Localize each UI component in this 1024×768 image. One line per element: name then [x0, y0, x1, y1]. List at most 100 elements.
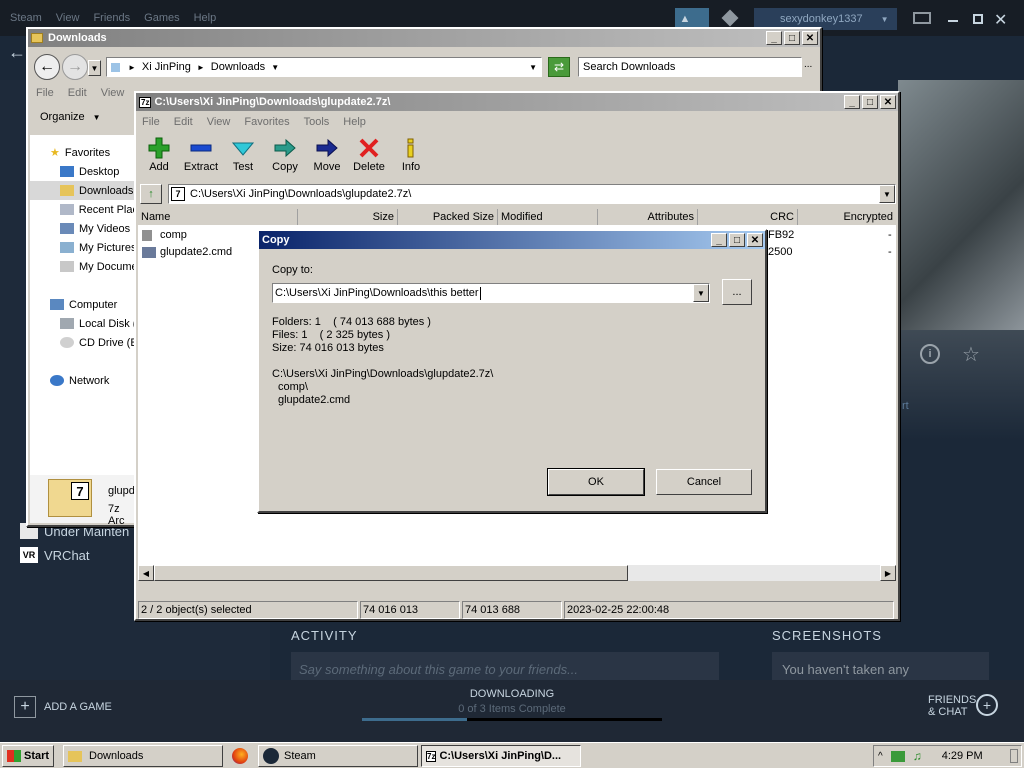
- horizontal-scrollbar[interactable]: ◀ ▶: [138, 565, 896, 581]
- col-packed-size[interactable]: Packed Size: [398, 209, 498, 225]
- col-size[interactable]: Size: [298, 209, 398, 225]
- tray-expand-icon[interactable]: ^: [878, 751, 883, 762]
- nav-favorites[interactable]: ★ Favorites: [30, 143, 138, 162]
- add-button[interactable]: Add: [138, 137, 180, 173]
- activity-input[interactable]: Say something about this game to your fr…: [291, 652, 719, 680]
- chevron-down-icon[interactable]: ▼: [879, 185, 895, 203]
- nav-pictures[interactable]: My Pictures: [30, 238, 138, 257]
- nav-videos[interactable]: My Videos: [30, 219, 138, 238]
- chevron-down-icon[interactable]: ▼: [529, 63, 537, 72]
- explorer-menu-view[interactable]: View: [101, 87, 125, 99]
- close-icon[interactable]: ✕: [994, 10, 1007, 30]
- explorer-menu-edit[interactable]: Edit: [68, 87, 87, 99]
- organize-button[interactable]: Organize ▼: [40, 111, 101, 123]
- taskbar-downloads[interactable]: Downloads: [63, 745, 223, 767]
- steam-menu-steam[interactable]: Steam: [10, 12, 42, 24]
- explorer-close-button[interactable]: ✕: [802, 31, 818, 45]
- refresh-icon[interactable]: ⇄: [548, 57, 570, 77]
- nav-computer[interactable]: Computer: [30, 295, 138, 314]
- network-tray-icon[interactable]: [890, 750, 905, 762]
- search-input[interactable]: Search Downloads: [578, 57, 802, 77]
- sevenzip-close-button[interactable]: ✕: [880, 95, 896, 109]
- sevenzip-menu-help[interactable]: Help: [343, 116, 366, 128]
- test-button[interactable]: Test: [222, 137, 264, 173]
- col-crc[interactable]: CRC: [698, 209, 798, 225]
- cancel-button[interactable]: Cancel: [656, 469, 752, 495]
- back-arrow-icon[interactable]: ←: [34, 54, 60, 80]
- add-game-button[interactable]: + ADD A GAME: [14, 696, 112, 718]
- minimize-icon[interactable]: [948, 20, 958, 22]
- steam-menu-help[interactable]: Help: [194, 12, 217, 24]
- explorer-menu-file[interactable]: File: [36, 87, 54, 99]
- breadcrumb-downloads[interactable]: Downloads: [211, 61, 265, 73]
- volume-icon[interactable]: ♫: [913, 749, 922, 763]
- move-button[interactable]: Move: [306, 137, 348, 173]
- sevenzip-path-input[interactable]: 7 C:\Users\Xi JinPing\Downloads\glupdate…: [168, 184, 896, 204]
- delete-button[interactable]: Delete: [348, 137, 390, 173]
- search-icon[interactable]: ...: [804, 59, 812, 70]
- info-button[interactable]: Info: [390, 137, 432, 173]
- sevenzip-menu-file[interactable]: File: [142, 116, 160, 128]
- show-desktop-icon[interactable]: [1010, 749, 1018, 763]
- scroll-left-button[interactable]: ◀: [138, 565, 154, 581]
- firefox-icon[interactable]: [232, 748, 248, 764]
- scroll-right-button[interactable]: ▶: [880, 565, 896, 581]
- col-attributes[interactable]: Attributes: [598, 209, 698, 225]
- taskbar-steam[interactable]: Steam: [258, 745, 418, 767]
- copy-close-button[interactable]: ✕: [747, 233, 763, 247]
- favorite-star-icon[interactable]: ☆: [962, 342, 980, 367]
- taskbar-label: Downloads: [89, 750, 144, 762]
- breadcrumb[interactable]: ► Xi JinPing ► Downloads ▼ ▼: [106, 57, 542, 77]
- steam-menu-friends[interactable]: Friends: [93, 12, 130, 24]
- nav-cd-drive[interactable]: CD Drive (E: [30, 333, 138, 352]
- screen-mode-icon[interactable]: [913, 12, 931, 24]
- nav-desktop[interactable]: Desktop: [30, 162, 138, 181]
- nav-downloads[interactable]: Downloads: [30, 181, 138, 200]
- sevenzip-menu-view[interactable]: View: [207, 116, 231, 128]
- col-name[interactable]: Name: [138, 209, 298, 225]
- maximize-icon[interactable]: [973, 14, 983, 24]
- nav-documents[interactable]: My Docume: [30, 257, 138, 276]
- breadcrumb-user[interactable]: Xi JinPing: [142, 61, 191, 73]
- friends-chat-button[interactable]: FRIENDS & CHAT +: [928, 694, 1018, 724]
- downloading-widget[interactable]: DOWNLOADING 0 of 3 Items Complete: [362, 688, 662, 728]
- copy-button[interactable]: Copy: [264, 137, 306, 173]
- sevenzip-titlebar[interactable]: 7z C:\Users\Xi JinPing\Downloads\glupdat…: [136, 93, 898, 111]
- start-button[interactable]: Start: [2, 745, 54, 767]
- copy-maximize-button[interactable]: □: [729, 233, 745, 247]
- copy-dialog-titlebar[interactable]: Copy _ □ ✕: [259, 231, 765, 249]
- ok-button[interactable]: OK: [547, 468, 645, 496]
- sevenzip-menu-favorites[interactable]: Favorites: [244, 116, 289, 128]
- username: sexydonkey1337: [780, 13, 863, 25]
- info-icon[interactable]: i: [920, 344, 940, 364]
- steam-menu-games[interactable]: Games: [144, 12, 179, 24]
- history-dropdown[interactable]: ▼: [88, 60, 101, 76]
- folder-up-icon[interactable]: ↑: [140, 184, 162, 204]
- scroll-thumb[interactable]: [154, 565, 628, 581]
- sevenzip-minimize-button[interactable]: _: [844, 95, 860, 109]
- steam-back-arrow[interactable]: ←: [8, 42, 26, 63]
- copy-minimize-button[interactable]: _: [711, 233, 727, 247]
- row-crc: 2500: [768, 246, 793, 258]
- col-encrypted[interactable]: Encrypted: [798, 209, 896, 225]
- explorer-minimize-button[interactable]: _: [766, 31, 782, 45]
- notification-icon[interactable]: [721, 9, 739, 27]
- forward-arrow-icon[interactable]: →: [62, 54, 88, 80]
- nav-label: Desktop: [79, 165, 120, 178]
- extract-button[interactable]: Extract: [180, 137, 222, 173]
- nav-network[interactable]: Network: [30, 371, 138, 390]
- taskbar-sevenzip[interactable]: 7z C:\Users\Xi JinPing\D...: [421, 745, 581, 767]
- explorer-maximize-button[interactable]: □: [784, 31, 800, 45]
- col-modified[interactable]: Modified: [498, 209, 598, 225]
- sevenzip-menu-edit[interactable]: Edit: [174, 116, 193, 128]
- sevenzip-maximize-button[interactable]: □: [862, 95, 878, 109]
- nav-local-disk[interactable]: Local Disk (: [30, 314, 138, 333]
- copy-destination-input[interactable]: C:\Users\Xi JinPing\Downloads\this bette…: [272, 283, 710, 303]
- browse-button[interactable]: ...: [722, 279, 752, 305]
- chevron-down-icon[interactable]: ▼: [693, 284, 709, 302]
- explorer-titlebar[interactable]: Downloads _ □ ✕: [28, 29, 820, 47]
- nav-recent[interactable]: Recent Plac: [30, 200, 138, 219]
- sevenzip-menu-tools[interactable]: Tools: [304, 116, 330, 128]
- steam-menu-view[interactable]: View: [56, 12, 80, 24]
- copy-to-label: Copy to:: [272, 264, 313, 276]
